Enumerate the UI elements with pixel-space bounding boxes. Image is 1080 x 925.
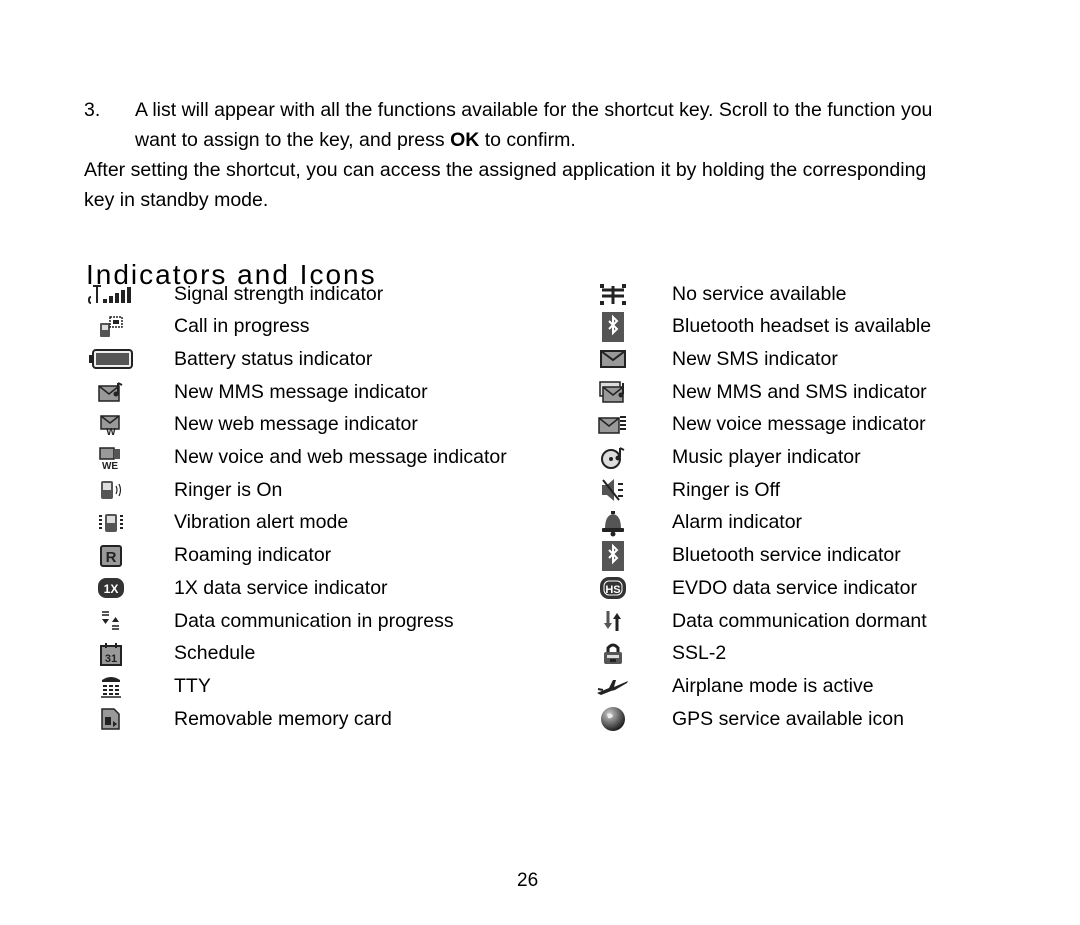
indicator-row: New voice message indicator bbox=[588, 409, 988, 441]
indicator-label: New MMS and SMS indicator bbox=[672, 380, 927, 403]
indicator-row: SSL-2 bbox=[588, 638, 988, 670]
indicator-label: Removable memory card bbox=[174, 707, 392, 730]
voice-web-message-icon: WE bbox=[86, 444, 136, 472]
indicator-label: Ringer is Off bbox=[672, 478, 781, 501]
sms-icon bbox=[588, 345, 638, 373]
indicator-label: EVDO data service indicator bbox=[672, 576, 917, 599]
indicator-label: New SMS indicator bbox=[672, 347, 838, 370]
indicator-label: No service available bbox=[672, 282, 847, 305]
indicator-label: New MMS message indicator bbox=[174, 380, 428, 403]
indicator-row: HS EVDO data service indicator bbox=[588, 572, 988, 604]
indicator-label: Bluetooth service indicator bbox=[672, 544, 901, 567]
indicator-row: New MMS message indicator bbox=[86, 376, 566, 408]
vibration-icon bbox=[86, 509, 136, 537]
page-number: 26 bbox=[517, 870, 539, 891]
svg-text:HS: HS bbox=[605, 584, 620, 596]
indicator-label: Alarm indicator bbox=[672, 511, 803, 534]
indicator-label: SSL-2 bbox=[672, 642, 727, 665]
indicator-label: Music player indicator bbox=[672, 446, 861, 468]
battery-icon bbox=[86, 345, 136, 373]
web-message-icon: W bbox=[86, 411, 136, 439]
indicator-label: Data communication dormant bbox=[672, 609, 927, 632]
mms-message-icon bbox=[86, 378, 136, 406]
music-player-icon bbox=[588, 444, 638, 472]
signal-strength-icon bbox=[86, 280, 136, 308]
voice-message-icon bbox=[588, 411, 638, 439]
indicator-row: TTY bbox=[86, 670, 566, 702]
indicator-row: Data communication dormant bbox=[588, 605, 988, 637]
ringer-off-icon bbox=[588, 476, 638, 504]
indicator-row: New SMS indicator bbox=[588, 343, 988, 375]
indicator-label: Call in progress bbox=[174, 315, 310, 338]
indicator-row: No service available bbox=[588, 278, 988, 310]
svg-text:R: R bbox=[106, 549, 117, 566]
indicator-row: Music player indicator bbox=[588, 442, 988, 474]
indicator-label: New voice and web message indicator bbox=[174, 446, 507, 468]
ssl-lock-icon bbox=[588, 640, 638, 668]
airplane-icon bbox=[588, 672, 638, 700]
svg-text:31: 31 bbox=[105, 653, 117, 665]
step-3-instruction: 3. A list will appear with all the funct… bbox=[84, 95, 944, 155]
indicator-row: Airplane mode is active bbox=[588, 670, 988, 702]
call-in-progress-icon bbox=[86, 313, 136, 341]
indicator-label: Ringer is On bbox=[174, 478, 283, 501]
indicator-row: 1X 1X data service indicator bbox=[86, 572, 566, 604]
no-service-icon bbox=[588, 280, 638, 308]
indicator-label: Vibration alert mode bbox=[174, 511, 349, 534]
indicator-row: Ringer is Off bbox=[588, 474, 988, 506]
indicator-label: Signal strength indicator bbox=[174, 282, 384, 305]
after-setting-paragraph: After setting the shortcut, you can acce… bbox=[84, 159, 927, 211]
step-text: A list will appear with all the function… bbox=[135, 95, 944, 155]
step-number: 3. bbox=[84, 99, 101, 121]
data-in-progress-icon bbox=[86, 607, 136, 635]
indicator-row: GPS service available icon bbox=[588, 703, 988, 735]
indicator-row: R Roaming indicator bbox=[86, 540, 566, 572]
step-text-part: to confirm. bbox=[479, 129, 576, 151]
indicator-row: Battery status indicator bbox=[86, 343, 566, 375]
data-dormant-icon bbox=[588, 607, 638, 635]
indicator-label: Battery status indicator bbox=[174, 347, 373, 370]
evdo-data-icon: HS bbox=[588, 574, 638, 602]
indicator-label: Airplane mode is active bbox=[672, 674, 874, 697]
indicator-row: New MMS and SMS indicator bbox=[588, 376, 988, 408]
1x-data-icon: 1X bbox=[86, 574, 136, 602]
indicator-row: Alarm indicator bbox=[588, 507, 988, 539]
indicator-row: Call in progress bbox=[86, 311, 566, 343]
indicator-row: 31 Schedule bbox=[86, 638, 566, 670]
indicator-label: GPS service available icon bbox=[672, 707, 904, 730]
ok-key-label: OK bbox=[450, 129, 480, 151]
indicator-row: W New web message indicator bbox=[86, 409, 566, 441]
indicator-label: Schedule bbox=[174, 642, 256, 665]
tty-icon bbox=[86, 672, 136, 700]
indicator-label: Bluetooth headset is available bbox=[672, 315, 932, 338]
mms-sms-icon bbox=[588, 378, 638, 406]
gps-globe-icon bbox=[588, 705, 638, 733]
indicator-label: New web message indicator bbox=[174, 413, 418, 436]
indicator-row: Bluetooth headset is available bbox=[588, 311, 988, 343]
alarm-icon bbox=[588, 509, 638, 537]
roaming-icon: R bbox=[86, 542, 136, 570]
indicator-label: New voice message indicator bbox=[672, 413, 926, 436]
indicator-row: Data communication in progress bbox=[86, 605, 566, 637]
svg-text:WE: WE bbox=[102, 461, 118, 470]
svg-text:1X: 1X bbox=[104, 582, 119, 596]
bluetooth-headset-icon bbox=[588, 311, 638, 342]
indicator-row: Removable memory card bbox=[86, 703, 566, 735]
indicator-row: Ringer is On bbox=[86, 474, 566, 506]
bluetooth-service-icon bbox=[588, 540, 638, 571]
svg-text:W: W bbox=[106, 427, 116, 436]
indicator-row: Bluetooth service indicator bbox=[588, 540, 988, 572]
indicator-label: TTY bbox=[174, 674, 211, 697]
memory-card-icon bbox=[86, 705, 136, 733]
indicator-row: WE New voice and web message indicator bbox=[86, 442, 566, 474]
indicator-label: Roaming indicator bbox=[174, 544, 332, 567]
indicator-label: Data communication in progress bbox=[174, 609, 454, 632]
indicator-row: Vibration alert mode bbox=[86, 507, 566, 539]
schedule-icon: 31 bbox=[86, 640, 136, 668]
indicator-label: 1X data service indicator bbox=[174, 576, 388, 599]
ringer-on-icon bbox=[86, 476, 136, 504]
indicator-row: Signal strength indicator bbox=[86, 278, 566, 310]
